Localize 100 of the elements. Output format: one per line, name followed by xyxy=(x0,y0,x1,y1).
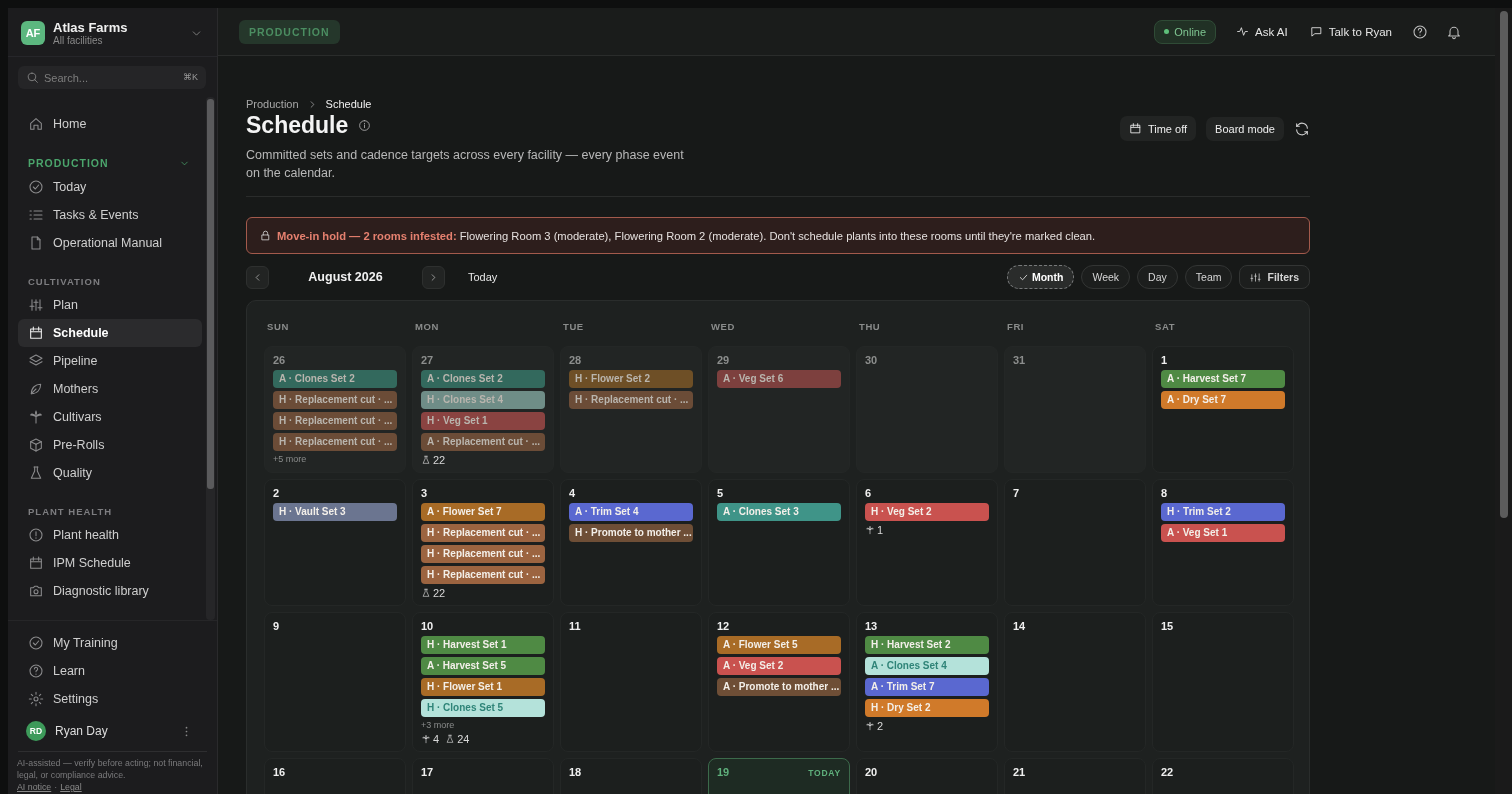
day-cell[interactable]: 14 xyxy=(1004,612,1146,752)
header-button[interactable]: Board mode xyxy=(1206,116,1284,141)
event-chip[interactable]: H · Replacement cut · ... xyxy=(273,391,397,409)
day-cell[interactable]: 13 H · Harvest Set 2 A · Clones Set 4 A · Trim Set 7 H · Dry Set 2 2 xyxy=(856,612,998,752)
event-chip[interactable]: H · Promote to mother ... xyxy=(569,524,693,542)
nav-item[interactable]: Learn xyxy=(18,657,213,686)
day-cell[interactable]: 17 xyxy=(412,758,554,794)
event-chip[interactable]: H · Veg Set 2 xyxy=(865,503,989,521)
day-cell[interactable]: 19 TODAY xyxy=(708,758,850,794)
day-cell[interactable]: 4 A · Trim Set 4 H · Promote to mother ... xyxy=(560,479,702,606)
event-chip[interactable]: A · Promote to mother ... xyxy=(717,678,841,696)
today-button[interactable]: Today xyxy=(462,270,504,284)
day-cell[interactable]: 7 xyxy=(1004,479,1146,606)
nav-item[interactable]: Operational Manual xyxy=(18,229,202,257)
event-chip[interactable]: H · Replacement cut · ... xyxy=(421,524,545,542)
day-number: 15 xyxy=(1161,620,1174,632)
event-chip[interactable]: A · Veg Set 2 xyxy=(717,657,841,675)
day-cell[interactable]: 6 H · Veg Set 2 1 xyxy=(856,479,998,606)
settings-icon xyxy=(28,691,44,708)
nav-item[interactable]: My Training xyxy=(18,629,213,658)
view-tab[interactable]: Day xyxy=(1137,265,1178,289)
day-cell[interactable]: 30 xyxy=(856,346,998,473)
day-cell[interactable]: 5 A · Clones Set 3 xyxy=(708,479,850,606)
filters-button[interactable]: Filters xyxy=(1239,265,1310,289)
day-cell[interactable]: 11 xyxy=(560,612,702,752)
day-number: 10 xyxy=(421,620,434,632)
more-link[interactable]: +3 more xyxy=(421,720,545,730)
count-value: 1 xyxy=(877,524,884,536)
nav-item[interactable]: Today xyxy=(18,173,202,201)
day-cell[interactable]: 27 A · Clones Set 2 H · Clones Set 4 H · Veg Set 1 A · Replacement cut · ... 22 xyxy=(412,346,554,473)
event-chip[interactable]: H · Replacement cut · ... xyxy=(421,566,545,584)
event-chip[interactable]: A · Harvest Set 5 xyxy=(421,657,545,675)
next-button[interactable] xyxy=(422,265,445,289)
event-chip[interactable]: H · Flower Set 1 xyxy=(421,678,545,696)
event-chip[interactable]: A · Harvest Set 7 xyxy=(1161,370,1285,388)
event-chip[interactable]: H · Harvest Set 1 xyxy=(421,636,545,654)
day-cell[interactable]: 8 H · Trim Set 2 A · Veg Set 1 xyxy=(1152,479,1294,606)
scrollbar[interactable] xyxy=(1495,8,1512,794)
day-cell[interactable]: 20 xyxy=(856,758,998,794)
day-cell[interactable]: 21 xyxy=(1004,758,1146,794)
nav-item[interactable]: Quality xyxy=(18,459,202,487)
nav-item[interactable]: Plant health xyxy=(18,521,202,549)
header-button[interactable]: Time off xyxy=(1119,116,1197,141)
day-cell[interactable]: 28 H · Flower Set 2 H · Replacement cut · ... xyxy=(560,346,702,473)
footer-link[interactable]: Legal xyxy=(60,782,82,794)
day-cell[interactable]: 2 H · Vault Set 3 xyxy=(264,479,406,606)
event-chip[interactable]: A · Replacement cut · ... xyxy=(421,433,545,451)
view-tab[interactable]: Team xyxy=(1184,265,1233,289)
event-chip[interactable]: A · Flower Set 7 xyxy=(421,503,545,521)
day-cell[interactable]: 29 A · Veg Set 6 xyxy=(708,346,850,473)
more-link[interactable]: +5 more xyxy=(273,454,397,464)
scrollbar[interactable] xyxy=(206,97,215,621)
day-cell[interactable]: 26 A · Clones Set 2 H · Replacement cut · ... H · Replacement cut · ... H · Replacement cut · ... +5 more xyxy=(264,346,406,473)
event-chip[interactable]: A · Flower Set 5 xyxy=(717,636,841,654)
nav-item[interactable]: Tasks & Events xyxy=(18,201,202,229)
toolbar-button[interactable]: Talk to Ryan xyxy=(1307,21,1394,42)
breadcrumb-link[interactable]: Production xyxy=(246,98,299,110)
event-chip[interactable]: A · Trim Set 4 xyxy=(569,503,693,521)
toolbar-button[interactable]: Ask AI xyxy=(1234,21,1290,42)
day-cell[interactable]: 9 xyxy=(264,612,406,752)
breadcrumb-link[interactable]: Schedule xyxy=(325,98,372,110)
event-chip[interactable]: A · Veg Set 6 xyxy=(717,370,841,388)
lock-icon xyxy=(259,229,272,242)
event-chip[interactable]: H · Replacement cut · ... xyxy=(273,433,397,451)
day-cell[interactable]: 10 H · Harvest Set 1 A · Harvest Set 5 H · Flower Set 1 H · Clones Set 5 +3 more 4 24 xyxy=(412,612,554,752)
nav-item[interactable]: Settings xyxy=(18,685,213,714)
day-cell[interactable]: 3 A · Flower Set 7 H · Replacement cut · ... H · Replacement cut · ... H · Replacement cut · ... 22 xyxy=(412,479,554,606)
view-tab[interactable]: Week xyxy=(1081,265,1131,289)
event-chip[interactable]: H · Harvest Set 2 xyxy=(865,636,989,654)
event-chip[interactable]: A · Trim Set 7 xyxy=(865,678,989,696)
nav-item[interactable]: Mothers xyxy=(18,375,202,403)
day-cell[interactable]: 12 A · Flower Set 5 A · Veg Set 2 A · Promote to mother ... xyxy=(708,612,850,752)
day-cell[interactable]: 1 A · Harvest Set 7 A · Dry Set 7 xyxy=(1152,346,1294,473)
nav-item[interactable]: IPM Schedule xyxy=(18,549,202,577)
nav-item[interactable]: Pre-Rolls xyxy=(18,431,202,459)
day-cell[interactable]: 18 xyxy=(560,758,702,794)
view-tab[interactable]: Month xyxy=(1006,265,1075,289)
day-cell[interactable]: 16 xyxy=(264,758,406,794)
event-chip[interactable]: H · Flower Set 2 xyxy=(569,370,693,388)
nav-item[interactable]: Plan xyxy=(18,291,202,319)
info-icon[interactable] xyxy=(358,119,372,132)
day-cell[interactable]: 15 xyxy=(1152,612,1294,752)
nav-item[interactable]: Diagnostic library xyxy=(18,577,202,605)
previous-button[interactable] xyxy=(246,265,269,289)
nav-item[interactable]: Pipeline xyxy=(18,347,202,375)
nav-item[interactable]: Cultivars xyxy=(18,403,202,431)
nav-item[interactable]: Home xyxy=(18,110,202,138)
day-cell[interactable]: 31 xyxy=(1004,346,1146,473)
event-chip[interactable]: H · Vault Set 3 xyxy=(273,503,397,521)
refresh-icon[interactable] xyxy=(1294,120,1310,137)
footer-link[interactable]: AI notice xyxy=(17,782,52,794)
event-chip[interactable]: H · Replacement cut · ... xyxy=(421,545,545,563)
help-icon xyxy=(28,663,44,680)
help-icon[interactable] xyxy=(1412,23,1428,40)
day-cell[interactable]: 22 xyxy=(1152,758,1294,794)
nav-item[interactable]: Schedule xyxy=(18,319,202,347)
event-chip[interactable]: H · Replacement cut · ... xyxy=(569,391,693,409)
event-chip[interactable]: H · Replacement cut · ... xyxy=(273,412,397,430)
event-chip[interactable]: H · Trim Set 2 xyxy=(1161,503,1285,521)
event-chip[interactable]: A · Veg Set 1 xyxy=(1161,524,1285,542)
